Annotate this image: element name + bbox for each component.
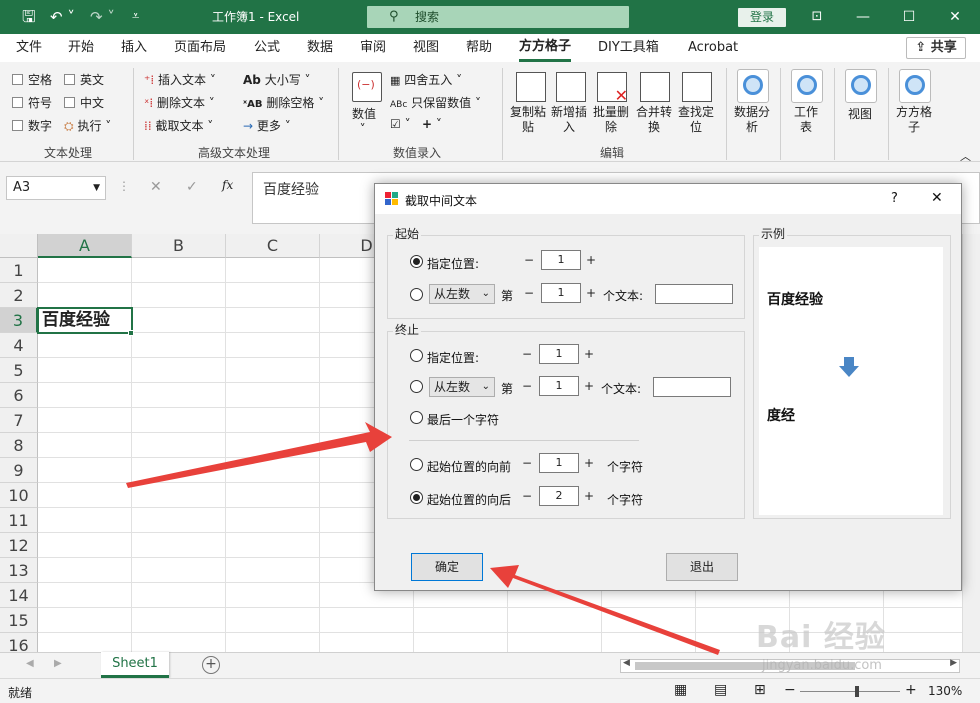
annotation-arrows <box>126 422 720 655</box>
annotation-arrow-to-radio <box>126 422 392 488</box>
annotation-arrow-to-ok <box>490 565 720 655</box>
